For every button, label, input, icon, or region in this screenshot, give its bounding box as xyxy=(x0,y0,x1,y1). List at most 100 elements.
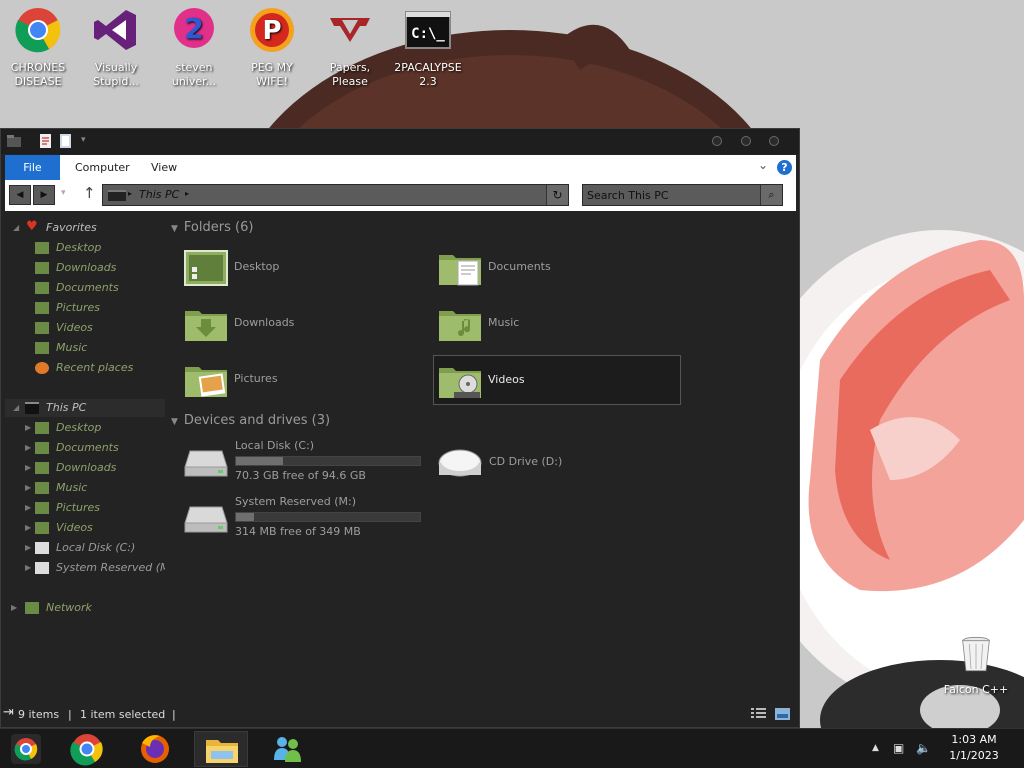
expand-ribbon-icon[interactable]: ⌄ xyxy=(758,158,768,172)
folder-tile-downloads[interactable]: Downloads xyxy=(180,299,428,349)
nav-fav-documents[interactable]: Documents xyxy=(5,279,165,297)
downloads-folder-icon xyxy=(35,262,49,274)
tab-computer[interactable]: Computer xyxy=(75,155,130,180)
documents-folder-icon xyxy=(35,282,49,294)
drive-local-disk-c[interactable]: Local Disk (C:) 70.3 GB free of 94.6 GB xyxy=(184,439,434,489)
desktop-icon-2pacalypse[interactable]: C:\_ 2PACALYPSE 2.3 xyxy=(392,6,464,89)
taskbar-messenger[interactable] xyxy=(260,731,314,767)
address-bar[interactable]: ▸ This PC ▸ ↻ xyxy=(102,184,569,206)
downloads-folder-icon xyxy=(185,311,227,341)
network-status-icon[interactable]: ▣ xyxy=(893,741,904,755)
taskbar-chrome[interactable] xyxy=(60,731,114,767)
folders-group-header[interactable]: ▼ Folders (6) xyxy=(171,220,253,235)
expand-arrow-icon[interactable]: ▶ xyxy=(25,559,31,577)
taskbar-firefox[interactable] xyxy=(128,731,182,767)
nav-fav-pictures[interactable]: Pictures xyxy=(5,299,165,317)
expand-arrow-icon[interactable]: ▶ xyxy=(25,519,31,537)
desktop-icon-papers-please[interactable]: Papers, Please xyxy=(314,6,386,89)
expand-arrow-icon[interactable]: ▶ xyxy=(25,539,31,557)
search-box[interactable]: ⌕ xyxy=(582,184,783,206)
expand-arrow-icon[interactable]: ▶ xyxy=(25,459,31,477)
desktop-icon-recycle-bin[interactable]: Falcon C++ xyxy=(940,632,1012,697)
help-button[interactable]: ? xyxy=(777,160,792,175)
desktop-icon-label: CHRONES xyxy=(10,61,66,74)
nav-pc-music[interactable]: ▶ Music xyxy=(5,479,165,497)
drive-system-reserved-m[interactable]: System Reserved (M:) 314 MB free of 349 … xyxy=(184,495,434,545)
minimize-button[interactable] xyxy=(712,136,722,146)
nav-label: Pictures xyxy=(56,301,101,314)
file-explorer-window[interactable]: ▾ File Computer View ⌄ ? ◀ ▶ ▾ ↑ ▸ This … xyxy=(0,128,800,728)
expand-arrow-icon[interactable]: ▶ xyxy=(11,599,17,617)
folder-tile-music[interactable]: Music xyxy=(434,299,682,349)
desktop-folder-icon xyxy=(35,242,49,254)
folder-tile-desktop[interactable]: Desktop xyxy=(180,243,428,293)
back-button[interactable]: ◀ xyxy=(9,185,31,205)
nav-pc-desktop[interactable]: ▶ Desktop xyxy=(5,419,165,437)
nav-pc-system-reserved[interactable]: ▶ System Reserved (M:) xyxy=(5,559,165,577)
desktop-icon-label: DISEASE xyxy=(14,75,62,88)
nav-label: This PC xyxy=(46,401,87,414)
folder-tile-documents[interactable]: Documents xyxy=(434,243,682,293)
collapse-arrow-icon[interactable]: ◢ xyxy=(13,399,19,417)
nav-pc-videos[interactable]: ▶ Videos xyxy=(5,519,165,537)
nav-favorites[interactable]: ◢ ♥ Favorites xyxy=(5,219,165,237)
devices-group-header[interactable]: ▼ Devices and drives (3) xyxy=(171,413,330,428)
desktop-icon-steven-universe[interactable]: 2 steven univer... xyxy=(158,6,230,89)
nav-pc-documents[interactable]: ▶ Documents xyxy=(5,439,165,457)
show-hidden-icons-icon[interactable]: ▲ xyxy=(872,743,879,753)
forward-button[interactable]: ▶ xyxy=(33,185,55,205)
large-icons-view-icon[interactable] xyxy=(775,708,790,720)
nav-label: Music xyxy=(56,341,88,354)
nav-pc-downloads[interactable]: ▶ Downloads xyxy=(5,459,165,477)
new-folder-icon[interactable] xyxy=(59,133,73,149)
recent-locations-icon[interactable]: ▾ xyxy=(61,188,66,198)
desktop-icon-peg-my-wife[interactable]: P PEG MY WIFE! xyxy=(236,6,308,89)
recycle-bin-icon xyxy=(962,636,990,672)
nav-fav-recent-places[interactable]: Recent places xyxy=(5,359,165,377)
expand-arrow-icon[interactable]: ▶ xyxy=(25,499,31,517)
nav-label: Desktop xyxy=(56,241,102,254)
expand-arrow-icon[interactable]: ▶ xyxy=(25,419,31,437)
taskbar-file-explorer[interactable] xyxy=(194,731,248,767)
tab-file[interactable]: File xyxy=(5,155,60,180)
collapse-arrow-icon[interactable]: ▼ xyxy=(171,224,178,234)
nav-fav-desktop[interactable]: Desktop xyxy=(5,239,165,257)
search-icon[interactable]: ⌕ xyxy=(760,185,782,205)
nav-pc-local-disk[interactable]: ▶ Local Disk (C:) xyxy=(5,539,165,557)
expand-arrow-icon[interactable]: ▶ xyxy=(25,479,31,497)
breadcrumb-this-pc[interactable]: This PC xyxy=(139,188,179,201)
nav-this-pc[interactable]: ◢ This PC xyxy=(5,399,165,417)
collapse-arrow-icon[interactable]: ▼ xyxy=(171,417,178,427)
title-bar[interactable]: ▾ xyxy=(1,129,799,154)
close-button[interactable] xyxy=(769,136,779,146)
folder-tile-videos[interactable]: Videos xyxy=(433,355,681,405)
quick-access-dropdown-icon[interactable]: ▾ xyxy=(81,135,95,151)
expand-arrow-icon[interactable]: ▶ xyxy=(25,439,31,457)
svg-text:2: 2 xyxy=(184,12,203,45)
nav-label: System Reserved (M:) xyxy=(56,561,165,574)
drive-cd-d[interactable]: CD Drive (D:) xyxy=(438,439,688,489)
nav-fav-videos[interactable]: Videos xyxy=(5,319,165,337)
volume-icon[interactable]: 🔈 xyxy=(916,741,931,755)
up-button[interactable]: ↑ xyxy=(83,184,96,202)
system-clock[interactable]: 1:03 AM 1/1/2023 xyxy=(944,732,1004,764)
details-view-icon[interactable] xyxy=(751,708,766,720)
breadcrumb-chevron-icon[interactable]: ▸ xyxy=(185,189,189,198)
tab-view[interactable]: View xyxy=(151,155,177,180)
properties-icon[interactable] xyxy=(39,133,53,149)
desktop-icon-chrone-disease[interactable]: CHRONES DISEASE xyxy=(2,6,74,89)
collapse-arrow-icon[interactable]: ◢ xyxy=(13,219,19,237)
folder-tile-pictures[interactable]: Pictures xyxy=(180,355,428,405)
search-input[interactable] xyxy=(587,187,759,203)
svg-text:C:\_: C:\_ xyxy=(411,26,445,42)
desktop-icon-label: 2.3 xyxy=(419,75,437,88)
nav-pc-pictures[interactable]: ▶ Pictures xyxy=(5,499,165,517)
nav-fav-downloads[interactable]: Downloads xyxy=(5,259,165,277)
nav-fav-music[interactable]: Music xyxy=(5,339,165,357)
nav-network[interactable]: ▶ Network xyxy=(5,599,165,617)
drive-usage-fill xyxy=(236,513,255,521)
refresh-button[interactable]: ↻ xyxy=(546,185,568,205)
start-button[interactable] xyxy=(0,731,54,767)
desktop-icon-visual-studio[interactable]: Visually Stupid... xyxy=(80,6,152,89)
maximize-button[interactable] xyxy=(741,136,751,146)
